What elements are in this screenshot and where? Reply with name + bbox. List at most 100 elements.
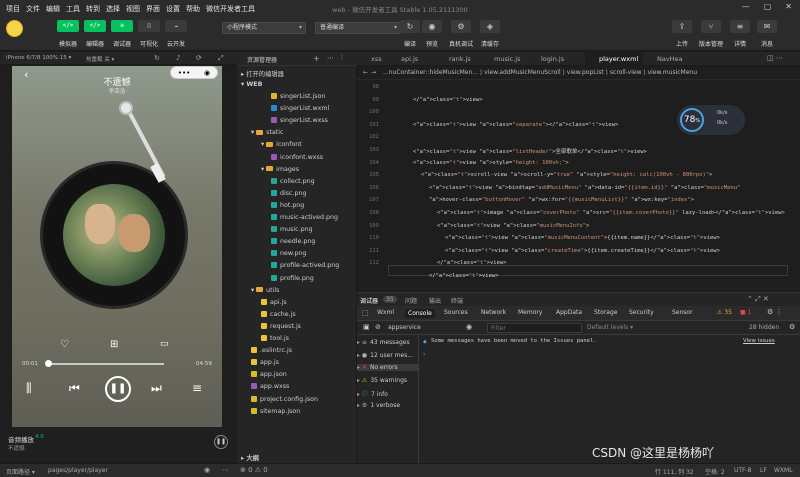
console-filter-item[interactable]: ▸ ● 12 user mes... xyxy=(357,352,413,359)
collapse-icon[interactable]: ⫶ xyxy=(341,54,343,63)
panel-tab[interactable]: AppData xyxy=(556,309,582,316)
tree-item[interactable]: app.js xyxy=(251,359,279,366)
settings-icon[interactable]: ⚙ ⋮ xyxy=(767,308,783,316)
toolbar-action-icon[interactable]: ◉ xyxy=(422,20,442,33)
mode-button-3[interactable]: ◫ xyxy=(138,20,160,32)
code-line[interactable]: <"a">class="t">view "a">class="musicMenu… xyxy=(445,235,720,241)
filter-input[interactable] xyxy=(487,323,582,333)
progress-track[interactable] xyxy=(48,363,164,365)
compile-mode-select[interactable]: 小程序模式 xyxy=(222,22,306,34)
menu-item[interactable]: 编辑 xyxy=(46,4,60,14)
panel-tab[interactable]: Console xyxy=(405,309,435,318)
console-settings-icon[interactable]: ⚙ xyxy=(789,323,795,331)
toolbar-action-icon[interactable]: ↻ xyxy=(400,20,420,33)
tree-item[interactable]: singerList.wxml xyxy=(271,105,329,112)
list-icon[interactable]: ≡ xyxy=(192,381,202,395)
outline-section[interactable]: ▸ 大纲 xyxy=(241,453,259,462)
editor-tab[interactable]: music.js xyxy=(480,52,527,66)
tree-item[interactable]: ▾ images xyxy=(261,166,299,173)
split-editor-icon[interactable]: ◫ ⋯ xyxy=(767,54,783,62)
mode-button-2[interactable]: ≡ xyxy=(111,20,133,32)
tree-item[interactable]: ▾ static xyxy=(251,129,283,136)
console-filter-item[interactable]: ▸ ≡ 43 messages xyxy=(357,339,410,346)
tree-item[interactable]: cache.js xyxy=(261,310,296,318)
hotreload-select[interactable]: 热重载 关 ▾ xyxy=(86,55,114,63)
favorite-icon[interactable]: ♡ xyxy=(60,339,69,350)
mode-button-1[interactable]: </> xyxy=(84,20,106,32)
eye-status-icon[interactable]: ◉ xyxy=(204,466,210,474)
console-prompt-icon[interactable]: › xyxy=(423,351,425,358)
capsule-close-icon[interactable]: ◉ xyxy=(204,69,210,77)
inspect-icon[interactable]: ⬚ xyxy=(362,309,369,317)
error-icon[interactable]: ⊗ 0 ⚠ 0 xyxy=(240,466,268,474)
maximize-icon[interactable]: ▢ xyxy=(764,2,772,11)
code-line[interactable]: "a">hover-class="buttonHover" "a">wx:for… xyxy=(429,197,694,203)
playlist-mode-icon[interactable]: ⫼ xyxy=(26,381,32,396)
menu-item[interactable]: 设置 xyxy=(166,4,180,14)
forward-arrow-icon[interactable]: → xyxy=(371,66,376,80)
code-editor[interactable]: 98 99 </"a">class="t">view> 100 101 <"a">clas… xyxy=(357,80,800,292)
compile-type-select[interactable]: 普通编译 xyxy=(315,22,401,34)
console-filter-item[interactable]: ▸ ⓘ 7 info xyxy=(357,389,388,398)
menu-item[interactable]: 项目 xyxy=(6,4,20,14)
code-line[interactable]: <"a">class="t">view "a">class="separate"… xyxy=(413,122,618,128)
devtools-tab[interactable]: 问题 xyxy=(405,296,417,305)
context-select[interactable]: appservice xyxy=(388,324,421,331)
console-filter-item[interactable]: ▸ ⚙ 1 verbose xyxy=(357,402,400,409)
panel-tab[interactable]: Security xyxy=(629,309,654,316)
code-line[interactable]: </"a">class="t">view> xyxy=(437,260,507,266)
device-select[interactable]: iPhone 6/7/8 100% 15 ▾ xyxy=(6,55,71,61)
capsule-menu[interactable]: ••• ◉ xyxy=(170,66,218,79)
tree-item[interactable]: ▾ utils xyxy=(251,287,279,294)
devtools-tab[interactable]: 35 xyxy=(383,296,397,303)
next-icon[interactable]: ⏭ xyxy=(151,381,162,396)
tree-item[interactable]: api.js xyxy=(261,298,287,306)
devtools-tab[interactable]: 终端 xyxy=(451,296,463,305)
panel-tab[interactable]: Wxml xyxy=(377,309,394,316)
panel-tab[interactable]: Memory xyxy=(518,309,542,316)
mode-button-0[interactable]: </> xyxy=(57,20,79,32)
new-file-icon[interactable]: ＋ xyxy=(313,54,320,64)
code-line[interactable]: <"a">class="t">view "a">bindtap="addMusi… xyxy=(429,185,740,191)
editor-tab[interactable]: rank.js xyxy=(435,52,480,66)
panel-tab[interactable]: Sensor xyxy=(672,309,693,316)
explorer-more-icon[interactable]: ⋯ xyxy=(327,54,334,62)
encoding[interactable]: UTF-8 xyxy=(734,467,752,474)
tree-item[interactable]: app.wxss xyxy=(251,383,289,390)
tree-item[interactable]: .eslintrc.js xyxy=(251,347,292,354)
menu-item[interactable]: 视图 xyxy=(126,4,140,14)
open-editors-section[interactable]: ▸ 打开的编辑器 xyxy=(241,69,284,78)
code-line[interactable]: <"a">class="t">scroll-view "a">scroll-y=… xyxy=(421,172,712,178)
more-status-icon[interactable]: ⋯ xyxy=(222,466,229,474)
warning-badge[interactable]: ⚠ 35 xyxy=(717,309,732,316)
toolbar-right-icon[interactable]: ⇪ xyxy=(672,20,692,33)
breadcrumb-path[interactable]: ...nuContainer::hideMusicMen... ⟩ view.a… xyxy=(383,66,697,80)
tree-item[interactable]: singerList.wxss xyxy=(271,117,328,124)
tree-item[interactable]: collect.png xyxy=(271,177,315,185)
code-line[interactable]: <"a">class="t">view "a">style="height: 1… xyxy=(413,160,569,166)
tree-item[interactable]: app.json xyxy=(251,371,287,378)
previous-icon[interactable]: ⏮ xyxy=(69,381,80,396)
cursor-position[interactable]: 行 111, 列 32 xyxy=(655,467,694,476)
back-arrow-icon[interactable]: ← xyxy=(363,66,368,80)
mode-button-4[interactable]: ☁ xyxy=(165,20,187,32)
avatar[interactable] xyxy=(6,20,23,37)
toolbar-right-icon[interactable]: ✉ xyxy=(757,20,777,33)
menu-item[interactable]: 界面 xyxy=(146,4,160,14)
devtools-tab[interactable]: 调试器 xyxy=(360,296,378,305)
tree-item[interactable]: profile.png xyxy=(271,274,314,282)
menu-item[interactable]: 选择 xyxy=(106,4,120,14)
panel-tab[interactable]: Storage xyxy=(594,309,617,316)
code-line[interactable]: <"a">class="t">image "a">class="coverPho… xyxy=(437,210,785,216)
clear-icon[interactable]: ⊘ xyxy=(375,323,381,331)
tree-item[interactable]: singerList.json xyxy=(271,93,325,100)
rotate-icon[interactable]: ⟳ xyxy=(196,54,202,62)
panel-controls[interactable]: ⌃ ⤢ ✕ xyxy=(747,295,769,304)
tree-item[interactable]: request.js xyxy=(261,322,301,330)
menu-item[interactable]: 帮助 xyxy=(186,4,200,14)
volume-icon[interactable]: ♪ xyxy=(176,54,180,62)
console-filter-item[interactable]: ▸ ✕ No errors xyxy=(357,364,418,371)
panel-tab[interactable]: Sources xyxy=(444,309,468,316)
menu-item[interactable]: 转到 xyxy=(86,4,100,14)
tree-item[interactable]: music.png xyxy=(271,226,313,233)
